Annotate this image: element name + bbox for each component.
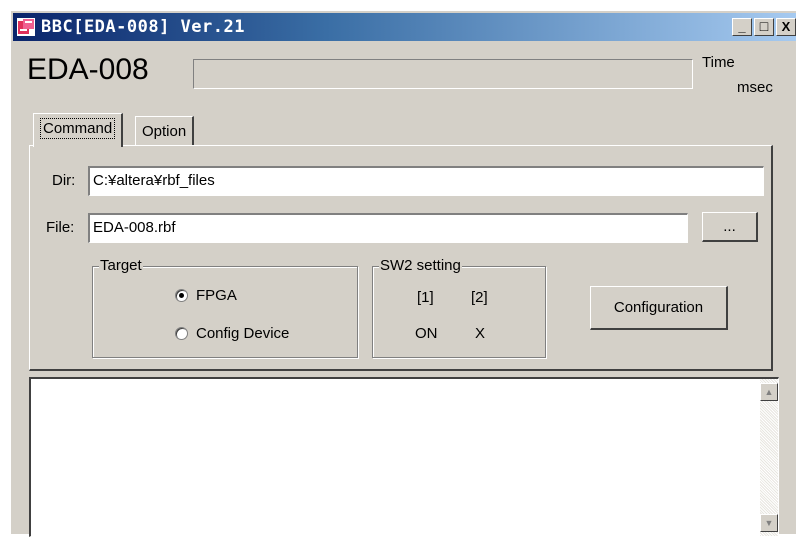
radio-config-device-indicator[interactable] [175, 327, 188, 340]
tab-command-label: Command [40, 118, 116, 139]
sw2-group-title: SW2 setting [379, 257, 462, 274]
close-button[interactable]: X [776, 18, 796, 36]
browse-button[interactable]: ... [702, 212, 758, 242]
target-group: Target FPGA Config Device [92, 257, 358, 358]
command-panel: Dir: C:¥altera¥rbf_files File: EDA-008.r… [29, 145, 773, 371]
file-input[interactable]: EDA-008.rbf [88, 213, 688, 243]
dir-label: Dir: [52, 172, 76, 189]
sw2-setting-group: SW2 setting [1] [2] ON X [372, 257, 546, 358]
title-bar[interactable]: BBC[EDA-008] Ver.21 _ □ X [13, 13, 796, 41]
sw2-col1-value: ON [415, 325, 438, 342]
log-scrollbar[interactable]: ▲ ▼ [760, 379, 778, 536]
target-group-title: Target [99, 257, 143, 274]
radio-fpga[interactable]: FPGA [175, 287, 237, 304]
progress-bar [193, 59, 693, 89]
app-window: BBC[EDA-008] Ver.21 _ □ X EDA-008 Time m… [10, 10, 796, 537]
configuration-button[interactable]: Configuration [590, 286, 728, 330]
sw2-col1-header: [1] [417, 289, 434, 306]
sw2-col2-value: X [475, 325, 486, 342]
window-title: BBC[EDA-008] Ver.21 [41, 17, 245, 37]
app-icon [17, 18, 35, 36]
time-label: Time [702, 54, 735, 71]
dir-input[interactable]: C:¥altera¥rbf_files [88, 166, 764, 196]
radio-config-device-label: Config Device [196, 325, 290, 342]
tab-option[interactable]: Option [135, 116, 195, 146]
maximize-button[interactable]: □ [754, 18, 774, 36]
tab-option-label: Option [142, 123, 187, 140]
time-unit-label: msec [737, 79, 773, 96]
scroll-down-arrow-icon[interactable]: ▼ [760, 514, 778, 532]
minimize-button[interactable]: _ [732, 18, 752, 36]
radio-fpga-label: FPGA [196, 287, 237, 304]
log-textarea[interactable]: ▲ ▼ [29, 377, 779, 537]
radio-config-device[interactable]: Config Device [175, 325, 289, 342]
device-name-label: EDA-008 [27, 53, 149, 86]
sw2-col2-header: [2] [471, 289, 488, 306]
tab-command[interactable]: Command [33, 113, 124, 147]
radio-fpga-indicator[interactable] [175, 289, 188, 302]
scroll-up-arrow-icon[interactable]: ▲ [760, 383, 778, 401]
file-label: File: [46, 219, 75, 236]
